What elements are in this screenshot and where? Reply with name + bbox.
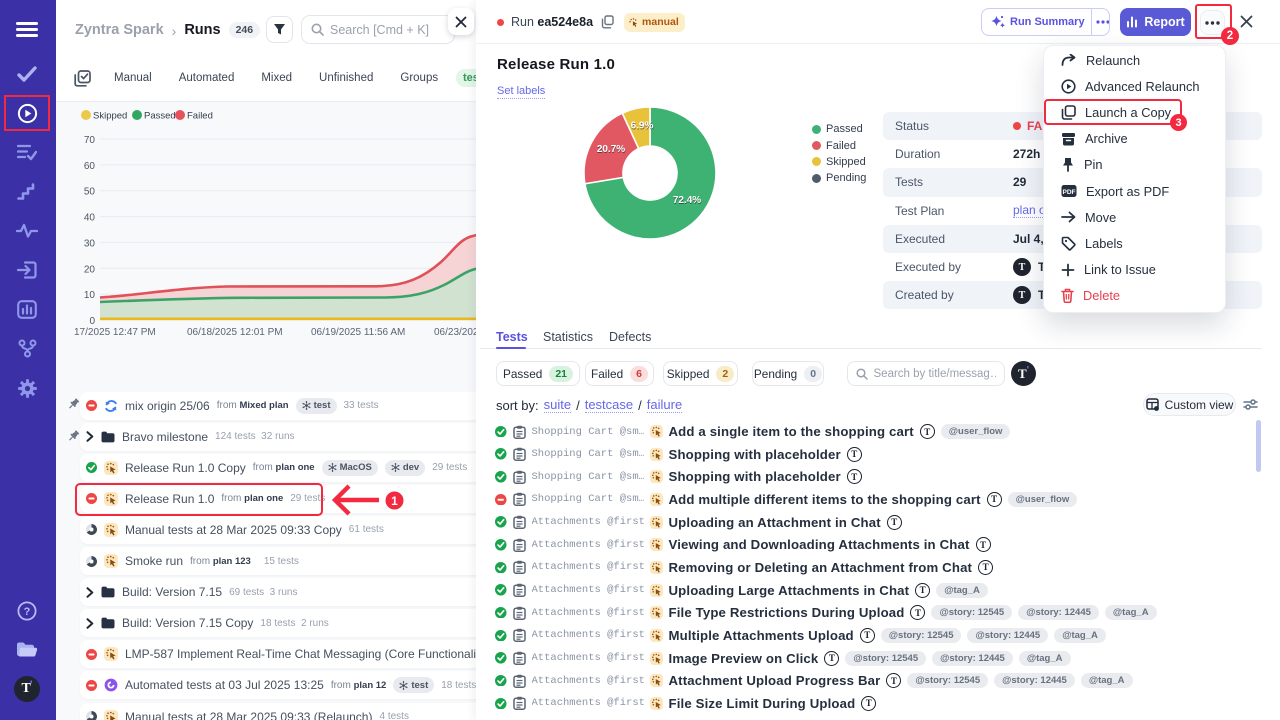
svg-text:40: 40 [84,213,96,224]
svg-text:Skipped: Skipped [93,111,127,122]
svg-text:70: 70 [84,135,96,146]
svg-text:06/23/202: 06/23/202 [434,327,479,338]
svg-text:06/19/2025 11:56 AM: 06/19/2025 11:56 AM [311,327,405,338]
svg-text:Passed: Passed [144,111,176,122]
svg-text:60: 60 [84,161,96,172]
svg-text:1: 1 [391,494,398,508]
svg-text:06/18/2025 12:01 PM: 06/18/2025 12:01 PM [187,327,283,338]
svg-text:72.4%: 72.4% [673,195,701,206]
svg-text:20: 20 [84,264,96,275]
svg-text:Failed: Failed [187,111,213,122]
svg-text:?: ? [24,606,31,618]
svg-text:30: 30 [84,238,96,249]
svg-text:PDF: PDF [1063,189,1076,196]
svg-text:6.9%: 6.9% [631,121,654,132]
svg-text:20.7%: 20.7% [597,144,625,155]
svg-text:10: 10 [84,290,96,301]
svg-text:50: 50 [84,187,96,198]
svg-text:17/2025 12:47 PM: 17/2025 12:47 PM [74,327,156,338]
svg-text:0: 0 [89,316,95,327]
